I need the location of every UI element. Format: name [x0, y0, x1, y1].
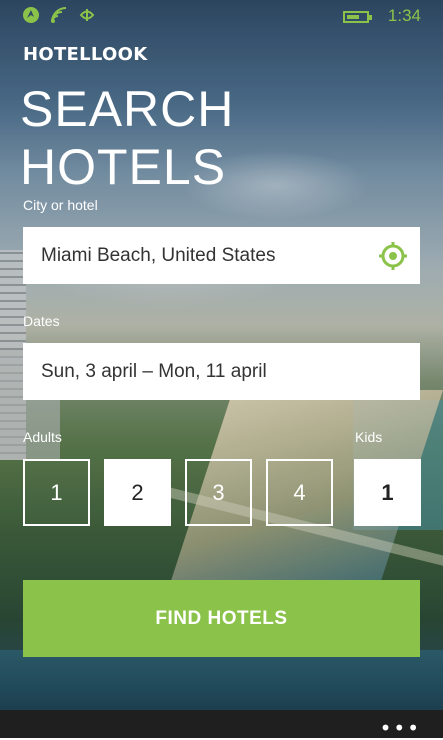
- dates-input[interactable]: Sun, 3 april – Mon, 11 april: [23, 343, 420, 400]
- signal-icon: [78, 6, 96, 29]
- kids-counter[interactable]: 1: [354, 459, 421, 526]
- app-bar: •••: [0, 710, 443, 740]
- target-icon[interactable]: [378, 241, 408, 271]
- city-input-value: Miami Beach, United States: [41, 244, 276, 266]
- wifi-icon: [50, 6, 68, 29]
- clock: 1:34: [387, 6, 421, 25]
- adults-option-4[interactable]: 4: [266, 459, 333, 526]
- adults-label: Adults: [23, 429, 62, 445]
- dates-input-value: Sun, 3 april – Mon, 11 april: [41, 360, 267, 382]
- location-icon: [22, 6, 40, 29]
- dates-label: Dates: [23, 313, 60, 329]
- adults-option-2[interactable]: 2: [104, 459, 171, 526]
- battery-icon: [343, 11, 372, 23]
- adults-option-1[interactable]: 1: [23, 459, 90, 526]
- adults-option-3[interactable]: 3: [185, 459, 252, 526]
- status-bar: 1:34: [0, 0, 443, 34]
- page-title: SEARCH HOTELS: [20, 81, 235, 195]
- more-options-icon[interactable]: •••: [380, 716, 421, 740]
- brand-logo: HOTELLOOK: [23, 44, 148, 65]
- city-label: City or hotel: [23, 197, 98, 213]
- kids-label: Kids: [355, 429, 383, 445]
- find-hotels-button[interactable]: FIND HOTELS: [23, 580, 420, 657]
- city-input[interactable]: Miami Beach, United States: [23, 227, 420, 284]
